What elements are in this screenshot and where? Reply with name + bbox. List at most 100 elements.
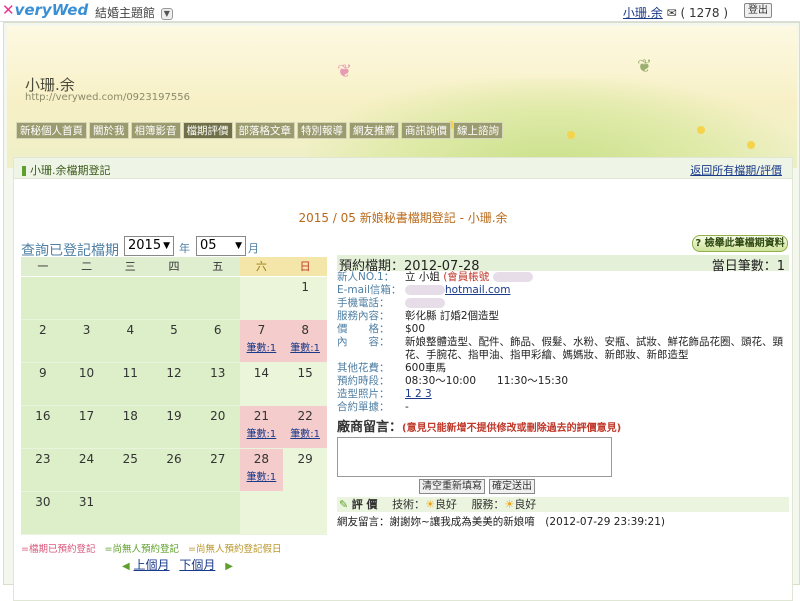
day-number: 3 [82,323,91,337]
detail-row: 服務內容： 彰化縣 訂婚2個造型 [337,310,500,322]
back-link[interactable]: 返回所有檔期/評價 [690,162,782,178]
calendar-day: 24 [64,449,109,492]
day-count: 當日筆數：1 [711,259,785,274]
calendar-day: 8 筆數:1 [283,320,327,363]
page: ❦ ❦ 小珊.余 http://verywed.com/0923197556 新… [3,22,800,601]
year-select[interactable]: 2015 ▼ [124,236,174,256]
report-button[interactable]: ? 檢舉此筆檔期資料 [692,235,788,252]
calendar-empty [283,492,327,535]
message-label: 廠商留言：(意見只能新增不提供修改或刪除過去的評價意見) [337,420,622,435]
nav-item-about[interactable]: 關於我 [89,122,129,139]
nav-item-consult[interactable]: 線上諮詢 [453,122,503,139]
redacted-block [405,285,445,295]
calendar-empty [152,277,196,320]
booking-detail: 預約檔期：2012-07-28 當日筆數：1 新人NO.1：立 小姐 (會員帳號… [337,255,789,529]
submit-button[interactable]: 確定送出 [489,479,535,494]
nav-item-blog[interactable]: 部落格文章 [234,122,295,139]
mail-count: ( 1278 ) [680,6,728,20]
nav-item-schedule[interactable]: 檔期評價 [182,122,233,139]
main-nav: 新秘個人首頁 關於我 相簿影音 檔期評價 部落格文章 特別報導 網友推薦 商訊詢… [16,122,503,139]
rating-title: 評 價 [351,498,378,511]
legend-open-holiday: =尚無人預約登記假日 [188,544,282,555]
calendar-day: 14 [239,363,284,406]
user-box: 小珊.余 ✉ ( 1278 ) [623,4,728,21]
calendar-day: 1 [283,277,327,320]
booking-count-link[interactable]: 筆數:1 [240,468,284,483]
redacted-block [405,298,445,308]
calendar-day: 17 [64,406,109,449]
owner-url[interactable]: http://verywed.com/0923197556 [25,92,190,103]
schedule-panel: 小珊.余檔期登記 返回所有檔期/評價 2015 / 05 新娘秘書檔期登記 - … [13,157,793,601]
message-textarea[interactable] [337,437,612,477]
calendar-empty [108,492,153,535]
nav-item-recommend[interactable]: 網友推薦 [349,122,399,139]
calendar-day: 23 [21,449,65,492]
detail-row: 預約時段： 08:30～10:00 11:30～15:30 [337,375,569,387]
review-text: 網友留言：謝謝妳~讓我成為美美的新娘唷 (2012-07-29 23:39:21… [337,516,666,528]
detail-row: 價 格： $00 [337,323,426,335]
legend-booked: =檔期已預約登記 [21,544,96,555]
month-unit: 月 [248,242,259,255]
panel-title: 小珊.余檔期登記 [22,162,111,178]
day-number: 26 [166,452,182,466]
booking-count-link[interactable]: 筆數:1 [283,425,327,440]
day-number: 27 [210,452,226,466]
day-number: 9 [39,366,47,380]
day-number: 7 [257,323,266,337]
weekday-header: 六 [239,257,284,277]
calendar-day: 31 [64,492,109,535]
chevron-down-icon: ▼ [235,241,242,251]
day-number: 2 [39,323,47,337]
day-number: 5 [170,323,178,337]
user-name-link[interactable]: 小珊.余 [623,6,663,20]
calendar-day: 4 [108,320,153,363]
flower-icon [747,141,755,149]
rating-bar: ✎ 評 價 技術：☀良好 服務：☀良好 [337,497,789,512]
redacted-block [492,272,533,282]
day-number: 1 [301,280,309,294]
weekday-header: 二 [64,257,109,277]
nav-item-album[interactable]: 相簿影音 [130,122,181,139]
month-select[interactable]: 05 ▼ [196,236,246,256]
logout-button[interactable]: 登出 [744,3,772,18]
booking-count-link[interactable]: 筆數:1 [240,339,284,354]
email-link[interactable]: hotmail.com [445,284,510,296]
day-number: 29 [297,452,313,466]
day-number: 12 [166,366,182,380]
booking-count-link[interactable]: 筆數:1 [283,339,327,354]
mail-icon[interactable]: ✉ [667,6,677,20]
site-menu[interactable]: 結婚主題館 ▼ [95,4,173,21]
nav-item-price[interactable]: 商訊詢價 [401,122,451,139]
nav-item-report[interactable]: 特別報導 [297,122,347,139]
pager: ◀ 上個月 下個月 ▶ [122,556,233,573]
butterfly-icon: ❦ [337,61,353,82]
day-number: 4 [126,323,135,337]
top-bar: ✕veryWed 結婚主題館 ▼ 小珊.余 ✉ ( 1278 ) 登出 [0,0,800,22]
day-number: 25 [122,452,138,466]
logo-text: veryWed [14,1,89,19]
calendar-day: 22 筆數:1 [283,406,327,449]
nav-item-home[interactable]: 新秘個人首頁 [16,122,87,139]
skill-label: 技術： [392,498,426,511]
calendar-day: 16 [21,406,65,449]
booking-count-link[interactable]: 筆數:1 [240,425,284,440]
chevron-down-icon[interactable]: ▼ [160,7,173,20]
day-number: 8 [301,323,309,337]
site-logo[interactable]: ✕veryWed [2,1,88,19]
photo-links[interactable]: 1 2 3 [405,388,432,400]
calendar-empty [195,277,240,320]
day-number: 15 [297,366,313,380]
day-number: 24 [78,452,95,466]
day-number: 14 [253,366,270,380]
prev-month-link[interactable]: 上個月 [134,558,170,572]
calendar-day: 19 [152,406,196,449]
calendar-empty [108,277,153,320]
calendar: 一二三四五六日 1 2 3 4 5 6 7 筆數:1 8 筆數:1 9 10 11 12 13 14 15 16 17… [21,257,327,535]
legend-open: =尚無人預約登記 [104,544,179,555]
panel-header: 小珊.余檔期登記 返回所有檔期/評價 [14,158,792,179]
clear-button[interactable]: 清空重新填寫 [419,479,485,494]
next-month-link[interactable]: 下個月 [179,558,215,572]
calendar-day: 5 [152,320,196,363]
calendar-day: 9 [21,363,65,406]
weekday-header: 五 [195,257,240,277]
